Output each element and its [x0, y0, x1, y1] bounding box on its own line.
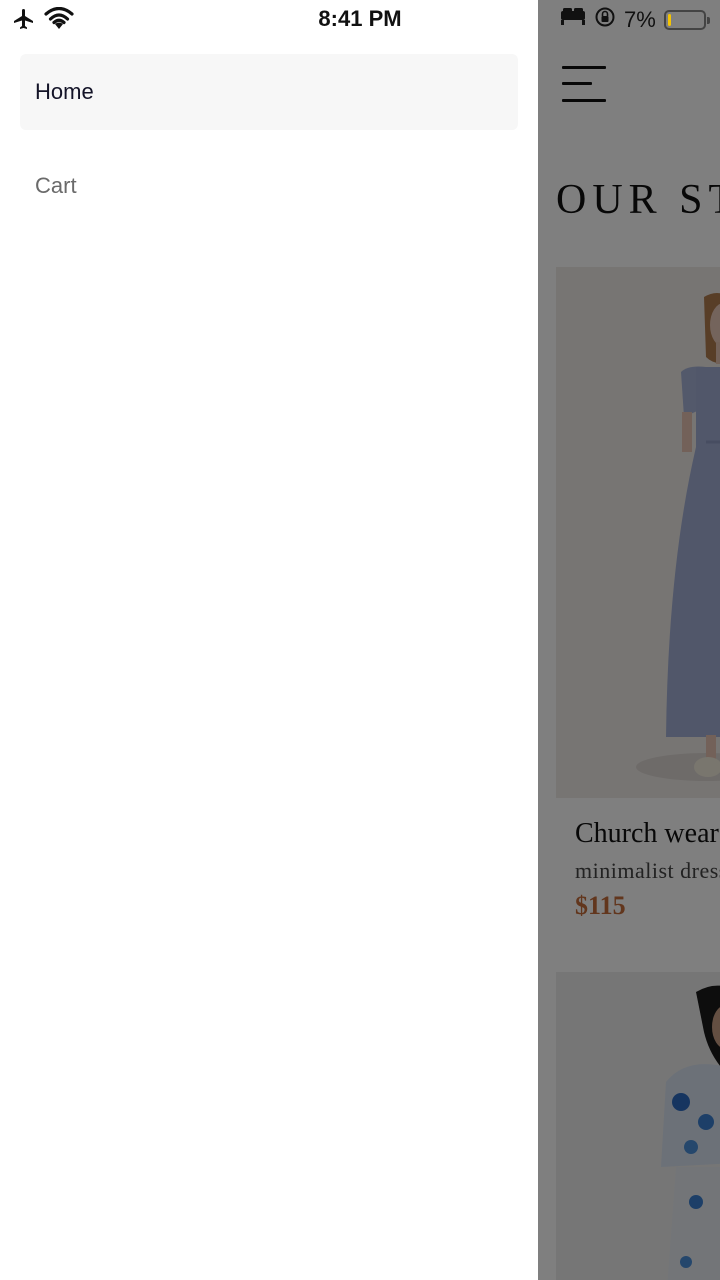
bed-sleep-icon — [560, 7, 586, 32]
drawer-item-label: Cart — [35, 173, 77, 198]
navigation-drawer: Home Cart — [0, 0, 538, 1280]
drawer-item-label: Home — [35, 79, 94, 104]
drawer-item-cart[interactable]: Cart — [20, 148, 518, 224]
drawer-item-home[interactable]: Home — [20, 54, 518, 130]
rotation-lock-icon — [594, 6, 616, 33]
battery-icon — [663, 9, 710, 30]
battery-percent: 7% — [624, 6, 656, 32]
status-bar: 8:41 PM 7% — [0, 0, 720, 40]
